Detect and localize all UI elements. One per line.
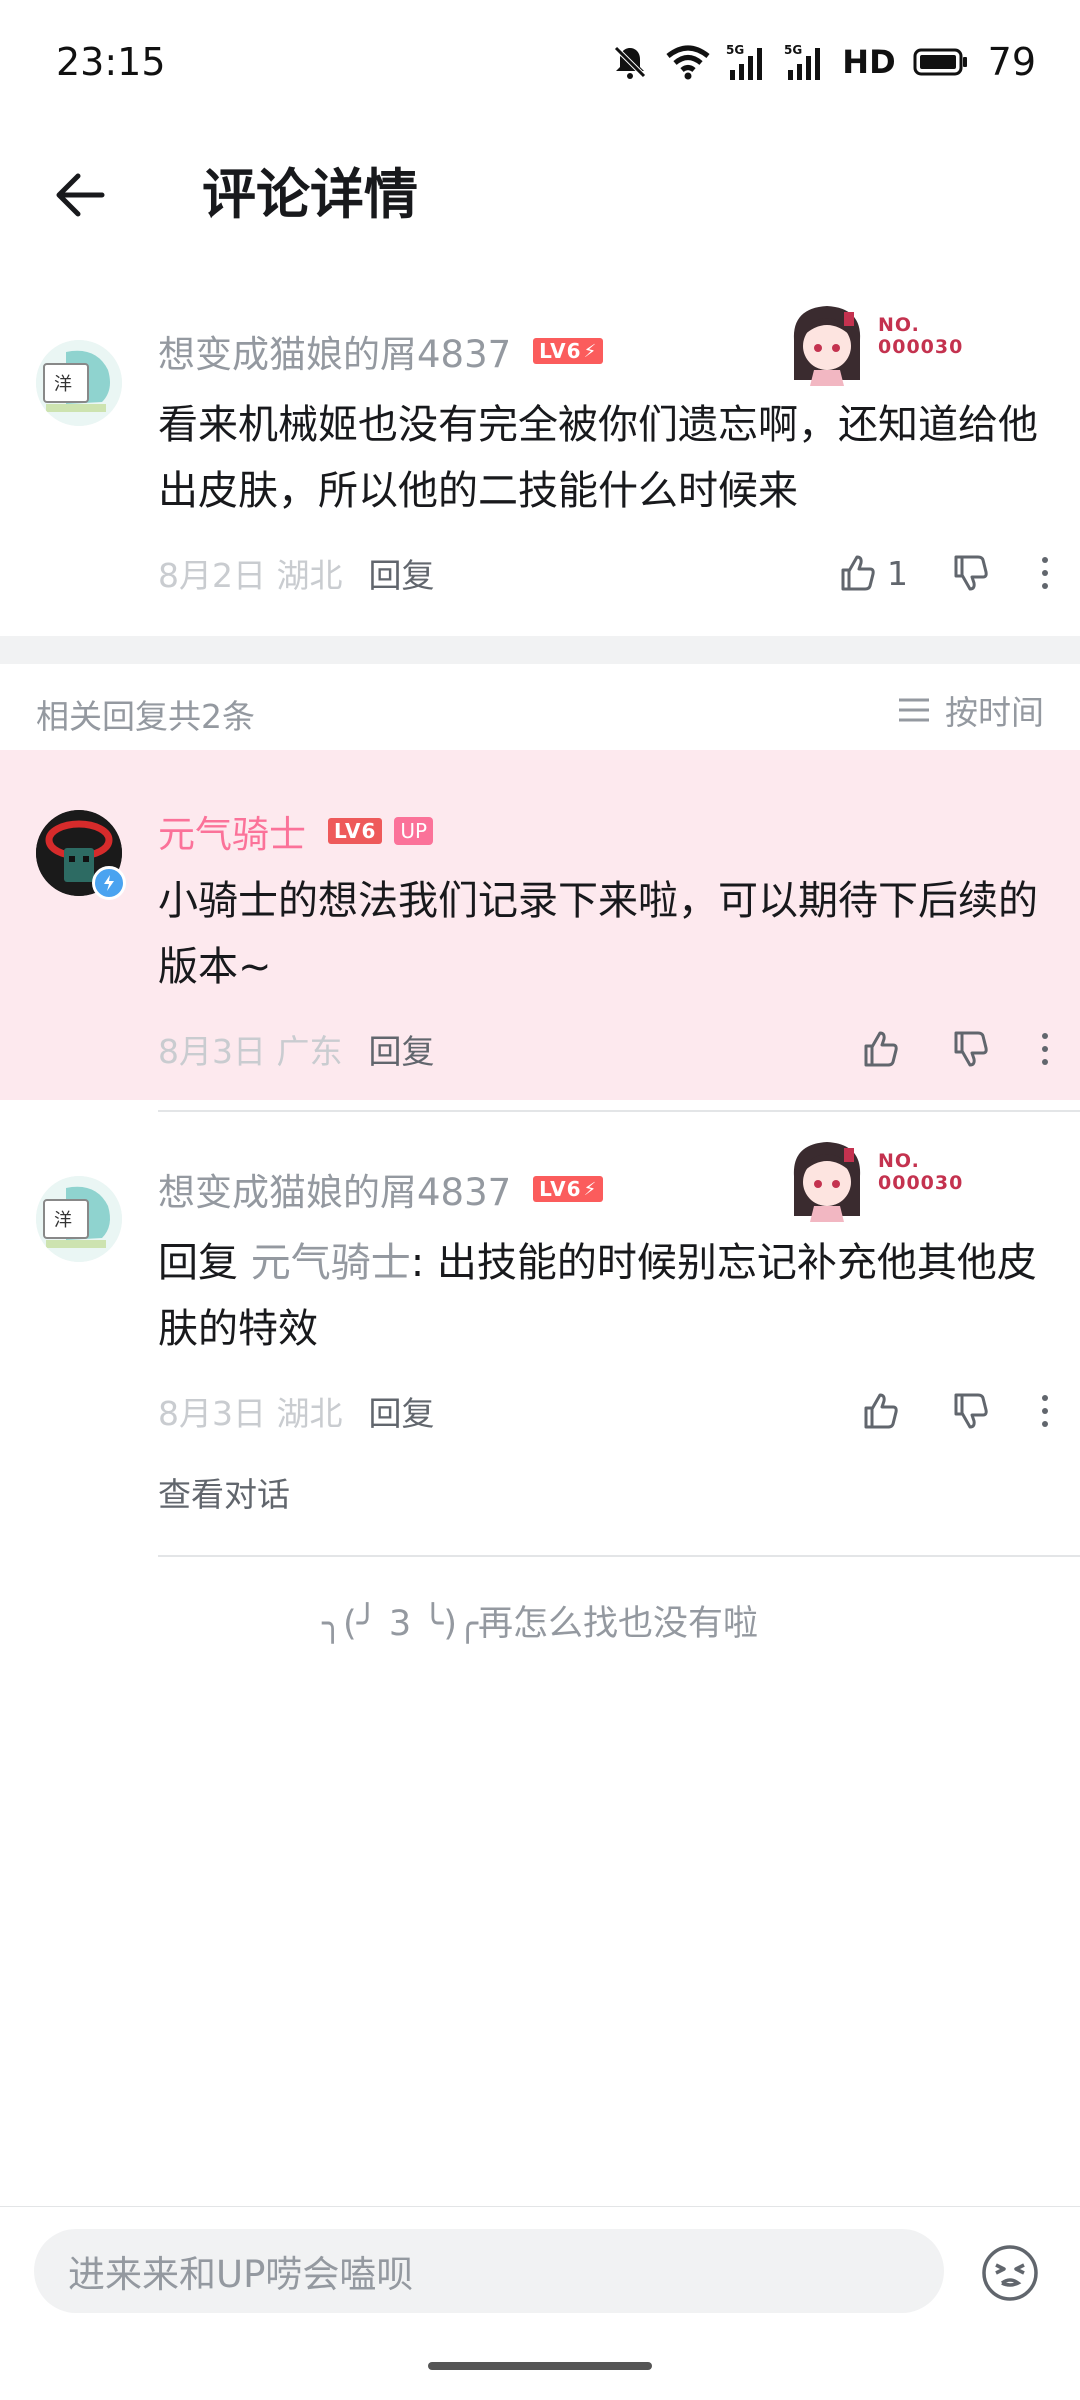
sort-button[interactable]: 按时间 bbox=[897, 686, 1044, 734]
reply-count: 相关回复共2条 bbox=[36, 697, 255, 736]
back-button[interactable] bbox=[40, 162, 120, 228]
reply-button[interactable]: 回复 bbox=[369, 1025, 435, 1073]
signal-5g-icon: 5G bbox=[726, 43, 763, 80]
emoji-icon bbox=[982, 2245, 1038, 2301]
like-count: 1 bbox=[887, 553, 908, 593]
list-sort-icon bbox=[899, 698, 929, 722]
fan-badge-number: NO. 000030 bbox=[878, 1150, 964, 1194]
username[interactable]: 元气骑士 bbox=[158, 804, 306, 858]
comment-date: 8月2日 bbox=[158, 556, 266, 595]
replies-header: 相关回复共2条 按时间 bbox=[0, 664, 1080, 750]
thumbs-down-icon bbox=[954, 1393, 988, 1429]
fan-badge-character-icon bbox=[793, 306, 861, 386]
comment-actions: 1 bbox=[837, 548, 1060, 598]
page-title: 评论详情 bbox=[202, 163, 418, 226]
level-badge: LV6 bbox=[328, 818, 383, 844]
view-conversation-link[interactable]: 查看对话 bbox=[158, 1468, 290, 1516]
like-button[interactable]: 1 bbox=[837, 553, 908, 593]
reply-date: 8月3日 bbox=[158, 1032, 266, 1071]
avatar[interactable] bbox=[36, 810, 126, 900]
status-icons: 5G 5G HD 79 bbox=[610, 40, 1036, 84]
comment-input-bar: 进来来和UP唠会嗑呗 bbox=[0, 2206, 1080, 2326]
reply-button[interactable]: 回复 bbox=[369, 549, 435, 597]
main-comment: 洋 想变成猫娘的屑4837 LV6 ⚡ NO. 000030 看来机械姬也没有完全… bbox=[0, 300, 1080, 630]
reply-prefix: 回复 bbox=[158, 1240, 251, 1286]
avatar[interactable]: 洋 bbox=[36, 340, 122, 426]
comment-input-placeholder: 进来来和UP唠会嗑呗 bbox=[68, 2253, 414, 2296]
more-options-icon[interactable] bbox=[1030, 557, 1060, 589]
like-button[interactable] bbox=[860, 1391, 900, 1431]
svg-text:洋: 洋 bbox=[54, 374, 72, 395]
dislike-button[interactable] bbox=[950, 1029, 990, 1069]
username-row: 想变成猫娘的屑4837 LV6 ⚡ bbox=[158, 324, 604, 378]
up-badge: UP bbox=[394, 817, 434, 845]
comment-input[interactable]: 进来来和UP唠会嗑呗 bbox=[34, 2229, 944, 2313]
level-badge: LV6 ⚡ bbox=[533, 338, 604, 364]
fan-badge[interactable]: NO. 000030 bbox=[784, 300, 984, 390]
username-row: 想变成猫娘的屑4837 LV6 ⚡ bbox=[158, 1162, 604, 1216]
signal-5g-icon-2: 5G bbox=[784, 43, 821, 80]
reply-content: 小骑士的想法我们记录下来啦，可以期待下后续的版本~ bbox=[158, 878, 1038, 990]
more-options-icon[interactable] bbox=[1030, 1395, 1060, 1427]
emoji-button[interactable] bbox=[980, 2243, 1040, 2303]
reply-location: 湖北 bbox=[276, 1394, 343, 1433]
comment-content: 看来机械姬也没有完全被你们遗忘啊，还知道给他出皮肤，所以他的二技能什么时候来 bbox=[158, 402, 1038, 514]
reply-meta: 8月3日 广东 回复 bbox=[158, 1024, 435, 1074]
reply-meta: 8月3日 湖北 回复 bbox=[158, 1386, 435, 1436]
like-button[interactable] bbox=[860, 1029, 900, 1069]
reply-date: 8月3日 bbox=[158, 1394, 266, 1433]
verified-icon bbox=[92, 866, 126, 900]
svg-text:5G: 5G bbox=[784, 43, 802, 57]
svg-text:洋: 洋 bbox=[54, 1210, 72, 1231]
end-of-list-text: ╮(╯ 3 ╰)╭再怎么找也没有啦 bbox=[321, 1604, 759, 1644]
list-end-divider bbox=[158, 1555, 1080, 1557]
username-row: 元气骑士 LV6 UP bbox=[158, 804, 434, 858]
reply-to-username[interactable]: 元气骑士 bbox=[251, 1240, 411, 1286]
sort-label: 按时间 bbox=[945, 693, 1044, 732]
fan-badge-character-icon bbox=[793, 1142, 861, 1222]
mute-icon bbox=[614, 46, 647, 79]
status-time: 23:15 bbox=[56, 40, 166, 84]
fan-badge-number: NO. 000030 bbox=[878, 314, 964, 358]
level-badge: LV6 ⚡ bbox=[533, 1176, 604, 1202]
wifi-icon bbox=[666, 45, 710, 80]
comment-meta: 8月2日 湖北 回复 bbox=[158, 548, 435, 598]
header: 评论详情 bbox=[0, 140, 1080, 250]
reply-content: 回复 元气骑士: 出技能的时候别忘记补充他其他皮肤的特效 bbox=[158, 1230, 1048, 1362]
thumbs-down-icon bbox=[954, 1031, 988, 1067]
thumbs-up-icon bbox=[864, 1031, 898, 1067]
home-indicator[interactable] bbox=[428, 2362, 652, 2370]
battery-level: 79 bbox=[987, 40, 1036, 84]
reply-location: 广东 bbox=[276, 1032, 343, 1071]
reply-button[interactable]: 回复 bbox=[369, 1387, 435, 1435]
section-divider bbox=[0, 636, 1080, 664]
avatar[interactable]: 洋 bbox=[36, 1176, 122, 1262]
username[interactable]: 想变成猫娘的屑4837 bbox=[158, 1162, 511, 1216]
reply-item: 元气骑士 LV6 UP 小骑士的想法我们记录下来啦，可以期待下后续的版本~ 8月… bbox=[0, 750, 1080, 1100]
status-bar: 23:15 5G 5G HD 79 bbox=[0, 0, 1080, 120]
reply-actions bbox=[860, 1024, 1060, 1074]
more-options-icon[interactable] bbox=[1030, 1033, 1060, 1065]
username[interactable]: 想变成猫娘的屑4837 bbox=[158, 324, 511, 378]
dislike-button[interactable] bbox=[950, 553, 990, 593]
dislike-button[interactable] bbox=[950, 1391, 990, 1431]
back-arrow-icon bbox=[56, 173, 105, 217]
thumbs-down-icon bbox=[954, 555, 988, 591]
svg-text:5G: 5G bbox=[726, 43, 744, 57]
reply-actions bbox=[860, 1386, 1060, 1436]
fan-badge[interactable]: NO. 000030 bbox=[784, 1136, 984, 1226]
thumbs-up-icon bbox=[841, 555, 875, 591]
hd-icon: HD bbox=[842, 43, 896, 81]
comment-location: 湖北 bbox=[276, 556, 343, 595]
battery-icon bbox=[913, 48, 967, 76]
thumbs-up-icon bbox=[864, 1393, 898, 1429]
